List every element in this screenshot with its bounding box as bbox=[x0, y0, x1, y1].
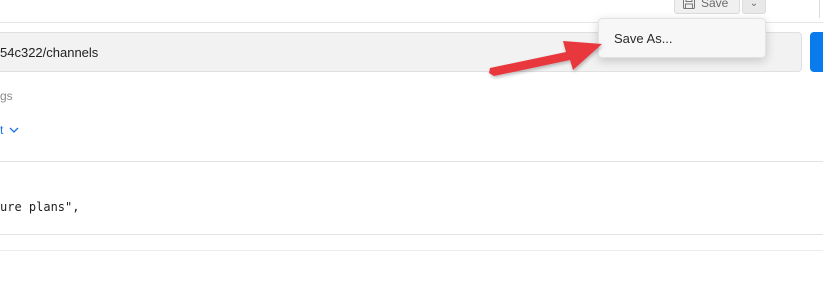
menu-item-save-as[interactable]: Save As... bbox=[599, 19, 765, 57]
save-options-caret[interactable]: ⌄ bbox=[742, 0, 766, 14]
section-divider bbox=[0, 250, 823, 251]
body-type-dropdown[interactable]: t bbox=[0, 123, 19, 137]
body-type-label: t bbox=[0, 123, 4, 137]
tab-settings[interactable]: gs bbox=[0, 89, 13, 103]
request-editor: Save ⌄ ··· 54c322/channels gs t ure plan… bbox=[0, 0, 823, 304]
save-button[interactable]: Save bbox=[674, 0, 740, 14]
floppy-disk-icon bbox=[683, 0, 695, 9]
tab-settings-label: gs bbox=[0, 89, 13, 103]
section-divider bbox=[0, 234, 823, 235]
more-horizontal-icon[interactable]: ··· bbox=[784, 0, 804, 10]
toolbar-divider bbox=[819, 0, 820, 18]
save-dropdown-menu: Save As... bbox=[598, 18, 766, 58]
chevron-down-icon bbox=[9, 127, 19, 133]
menu-item-label: Save As... bbox=[614, 30, 673, 46]
send-button[interactable] bbox=[810, 32, 823, 72]
section-divider bbox=[0, 161, 823, 162]
chevron-down-icon: ⌄ bbox=[749, 0, 759, 9]
url-input-value: 54c322/channels bbox=[0, 44, 99, 60]
save-button-label: Save bbox=[701, 0, 729, 10]
code-editor-line[interactable]: ure plans", bbox=[0, 200, 79, 214]
